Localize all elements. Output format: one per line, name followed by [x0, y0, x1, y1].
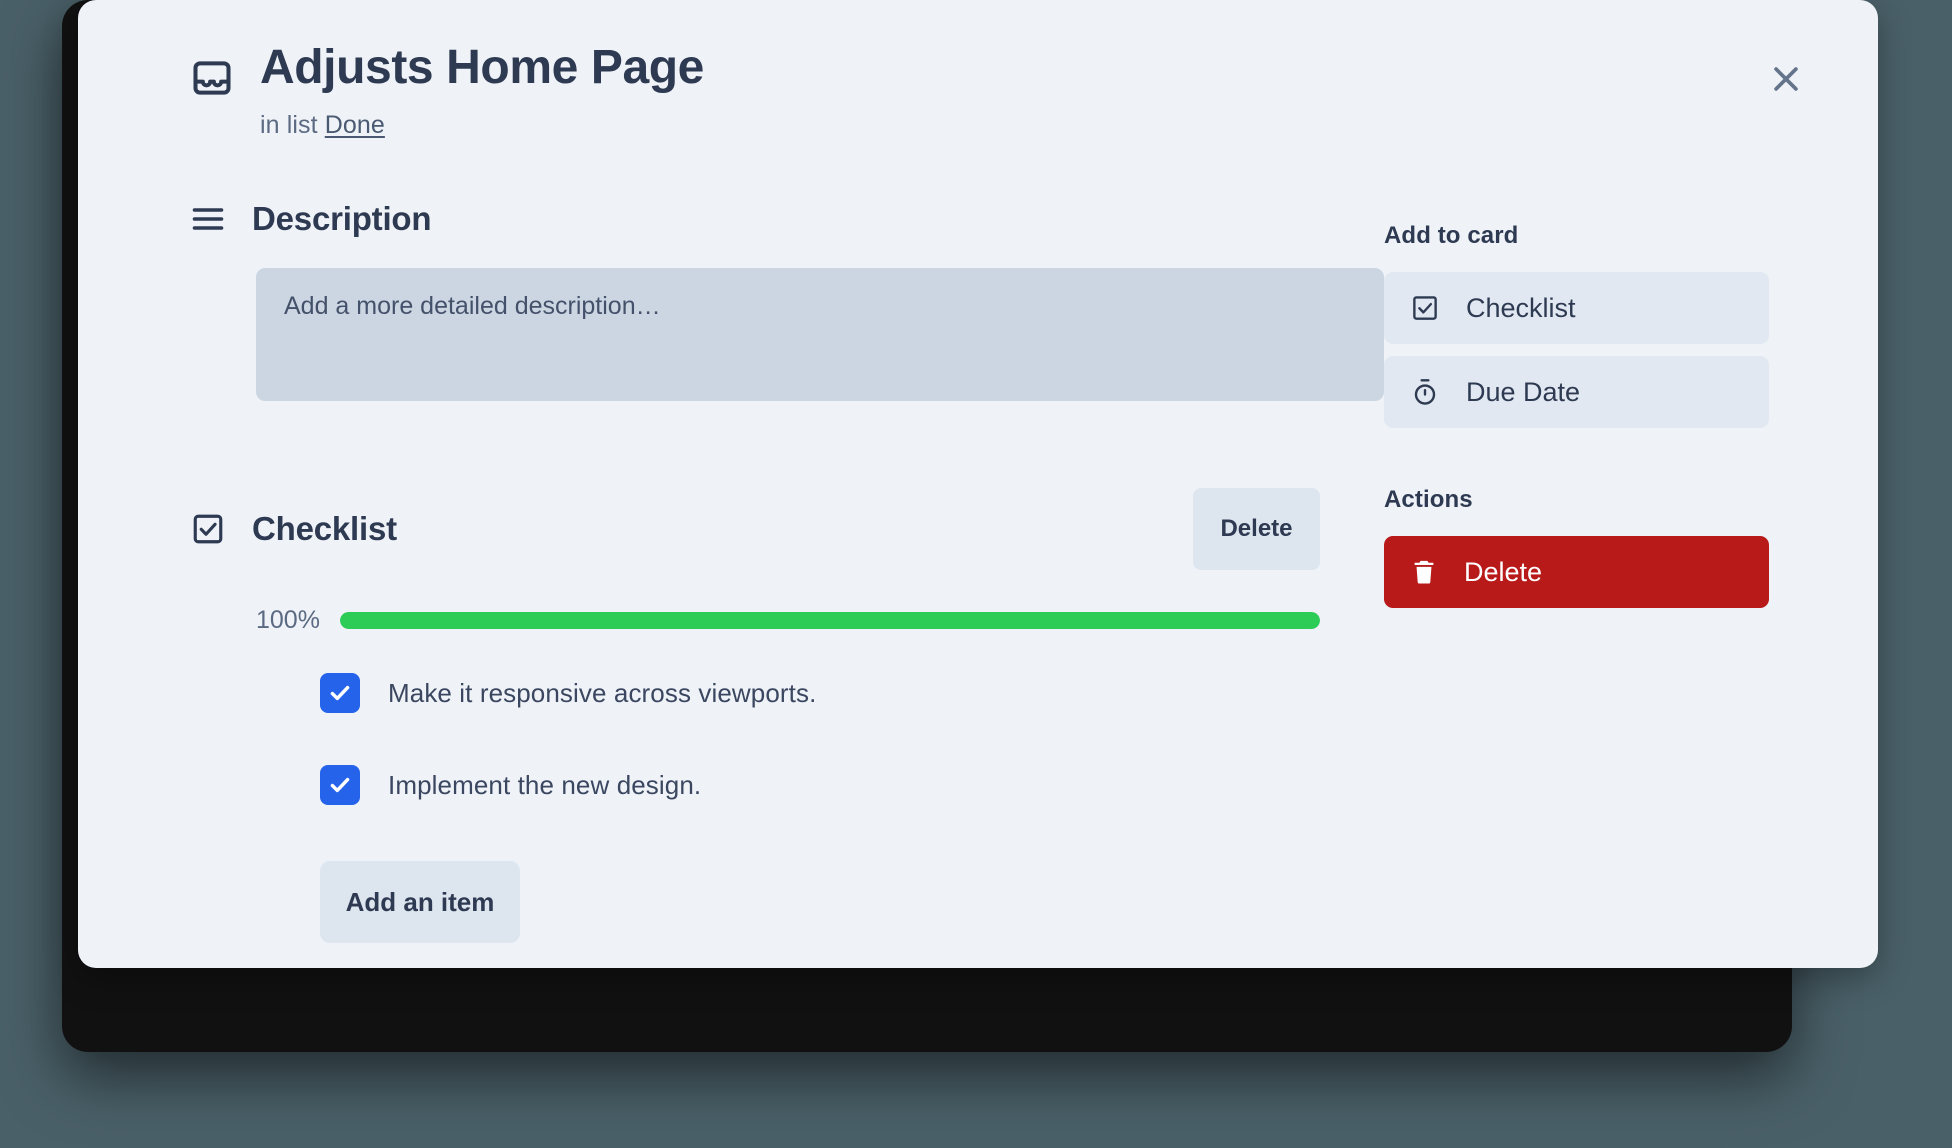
add-to-card-heading: Add to card: [1384, 222, 1519, 249]
sidebar-item-due-date[interactable]: Due Date: [1384, 356, 1769, 428]
breadcrumb: in list Done: [260, 111, 1702, 140]
trash-icon: [1410, 558, 1438, 586]
checklist-title: Checklist: [252, 510, 397, 547]
add-item-button[interactable]: Add an item: [320, 861, 520, 943]
checklist-item-label: Make it responsive across viewports.: [388, 677, 817, 708]
page-title: Adjusts Home Page: [260, 41, 704, 94]
checkbox-square-icon: [190, 511, 226, 547]
breadcrumb-list-link[interactable]: Done: [325, 111, 385, 139]
checklist-items: Make it responsive across viewports. Imp…: [320, 673, 1320, 805]
sidebar-item-label: Due Date: [1466, 376, 1581, 407]
list-lines-icon: [190, 201, 226, 237]
checklist-item-checkbox[interactable]: [320, 673, 360, 713]
checklist-item-checkbox[interactable]: [320, 765, 360, 805]
actions-heading: Actions: [1384, 486, 1473, 513]
close-icon: [1769, 62, 1803, 99]
list-item: Make it responsive across viewports.: [320, 673, 1320, 713]
checklist-header: Checklist Delete: [190, 488, 1320, 570]
progress-percent-label: 100%: [256, 606, 320, 634]
progress-fill: [340, 612, 1320, 629]
close-button[interactable]: [1760, 54, 1812, 106]
checklist-item-label: Implement the new design.: [388, 769, 702, 800]
delete-card-button[interactable]: Delete: [1384, 536, 1769, 608]
breadcrumb-prefix: in list: [260, 111, 318, 139]
checklist-section: Checklist Delete 100% Make it responsive…: [190, 488, 1320, 943]
description-input[interactable]: [256, 268, 1384, 401]
modal-header: Adjusts Home Page in list Done: [190, 40, 1822, 140]
main-column: Description Checklist: [190, 200, 1384, 943]
description-header: Description: [190, 200, 1320, 238]
list-item: Implement the new design.: [320, 765, 1320, 805]
card-detail-modal: Adjusts Home Page in list Done Descripti…: [78, 0, 1878, 968]
stopwatch-icon: [1410, 377, 1440, 407]
sidebar-item-label: Checklist: [1466, 292, 1576, 323]
delete-checklist-button[interactable]: Delete: [1193, 488, 1320, 570]
modal-body: Description Checklist: [190, 200, 1822, 943]
progress-track: [340, 612, 1320, 629]
checklist-title-group: Checklist: [190, 510, 397, 548]
checkbox-square-icon: [1410, 293, 1440, 323]
checklist-progress: 100%: [256, 606, 1320, 635]
sidebar-item-checklist[interactable]: Checklist: [1384, 272, 1769, 344]
description-title: Description: [252, 200, 432, 237]
inbox-card-icon: [190, 56, 234, 105]
description-section: Description: [190, 200, 1384, 406]
action-label: Delete: [1464, 556, 1543, 587]
title-row: Adjusts Home Page: [190, 40, 1702, 105]
sidebar: Add to card Checklist Due Date Actions D…: [1384, 200, 1774, 943]
